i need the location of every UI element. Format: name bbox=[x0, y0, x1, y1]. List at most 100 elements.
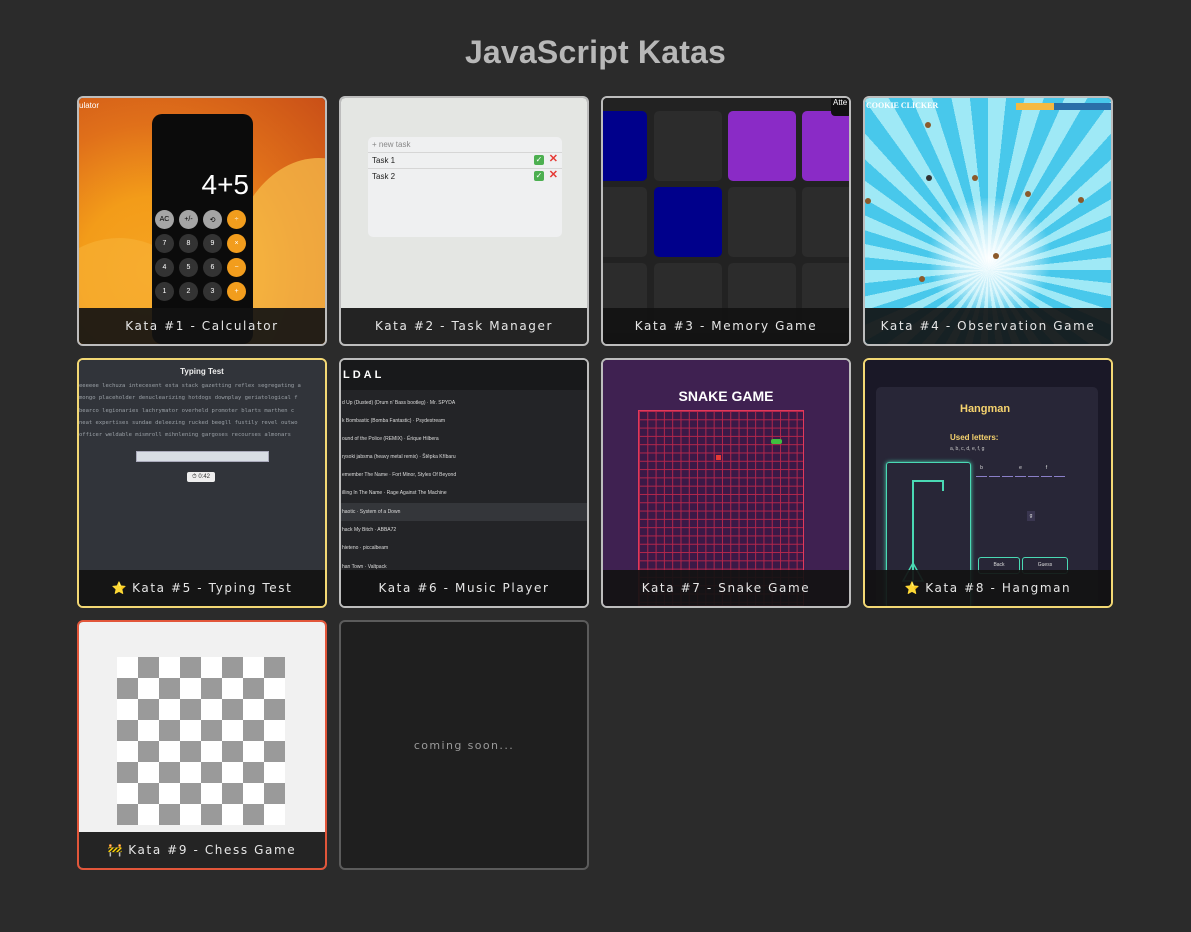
cookie-icon bbox=[865, 198, 871, 204]
calc-key: 5 bbox=[179, 258, 198, 277]
task-name: Task 2 bbox=[372, 172, 396, 181]
song-item: ound of the Police (REMIX) · Ërique Hilb… bbox=[342, 436, 439, 442]
calc-key: 4 bbox=[155, 258, 174, 277]
star-icon: ⭐ bbox=[111, 581, 129, 595]
calc-key: − bbox=[227, 258, 246, 277]
coming-soon-text: coming soon... bbox=[413, 738, 515, 752]
kata-card-label: Kata #3 - Memory Game bbox=[603, 308, 849, 344]
music-logo: LDAL bbox=[341, 360, 587, 390]
kata-card-calculator[interactable]: ulator 4+5 AC +/- ⟲ ÷ 7 8 9 × 4 5 6 − 1 … bbox=[77, 96, 327, 346]
typing-input bbox=[136, 451, 269, 462]
calc-key: ÷ bbox=[227, 210, 246, 229]
bomb-icon bbox=[926, 175, 932, 181]
calc-key: 2 bbox=[179, 282, 198, 301]
page-title: JavaScript Katas bbox=[464, 34, 727, 70]
snake-title: SNAKE GAME bbox=[678, 388, 774, 404]
delete-icon: ✕ bbox=[548, 153, 558, 165]
kata-card-task-manager[interactable]: + new task Task 1 ✓ ✕ Task 2 ✓ ✕ Kata #2… bbox=[339, 96, 589, 346]
used-letters: a, b, c, d, e, f, g bbox=[950, 446, 985, 452]
progress-bar bbox=[1016, 103, 1111, 110]
calculator-display: 4+5 bbox=[201, 169, 250, 200]
kata-card-typing-test[interactable]: Typing Test eeeeee lechuza intecesent es… bbox=[77, 358, 327, 608]
calculator-preview-title: ulator bbox=[79, 101, 100, 110]
kata-card-label: Kata #4 - Observation Game bbox=[865, 308, 1111, 344]
kata-card-hangman[interactable]: Hangman Used letters: a, b, c, d, e, f, … bbox=[863, 358, 1113, 608]
star-icon: ⭐ bbox=[904, 581, 922, 595]
song-item: hieteno · piccalbeam bbox=[342, 545, 389, 551]
calc-key: +/- bbox=[179, 210, 198, 229]
cookie-icon bbox=[925, 122, 931, 128]
hangman-title: Hangman bbox=[960, 403, 1011, 415]
kata-grid: ulator 4+5 AC +/- ⟲ ÷ 7 8 9 × 4 5 6 − 1 … bbox=[77, 96, 1113, 870]
kata-card-label: Kata #2 - Task Manager bbox=[341, 308, 587, 344]
kata-card-observation-game[interactable]: COOKIE CLICKER Kata #4 - Observation Gam… bbox=[863, 96, 1113, 346]
song-item: illing In The Name · Rage Against The Ma… bbox=[342, 490, 447, 496]
task-name: Task 1 bbox=[372, 156, 396, 165]
kata-card-snake-game[interactable]: SNAKE GAME Kata #7 - Snake Game bbox=[601, 358, 851, 608]
letter-slot: b bbox=[976, 465, 987, 477]
new-task-placeholder: + new task bbox=[372, 140, 411, 149]
attempts-label: Atte bbox=[831, 98, 849, 116]
typing-line: eeeeee lechuza intecesent esta stack gaz… bbox=[79, 383, 301, 389]
kata-label-text: Kata #5 - Typing Test bbox=[132, 581, 293, 595]
letter-slot: e bbox=[1015, 465, 1026, 477]
chess-board bbox=[117, 657, 285, 825]
song-item: haotic · System of a Down bbox=[341, 503, 587, 521]
task-row: Task 2 ✓ ✕ bbox=[368, 168, 562, 184]
task-list-box: + new task Task 1 ✓ ✕ Task 2 ✓ ✕ bbox=[368, 137, 562, 237]
kata-label-text: Kata #7 - Snake Game bbox=[641, 581, 811, 595]
kata-card-label: ⭐ Kata #8 - Hangman bbox=[865, 570, 1111, 606]
typing-line: neat expertises sundae deleezing rucked … bbox=[79, 419, 298, 426]
calc-key: 3 bbox=[203, 282, 222, 301]
letter-slot bbox=[1002, 465, 1013, 477]
letter-slot bbox=[1028, 465, 1039, 477]
coming-soon-card: coming soon... bbox=[339, 620, 589, 870]
kata-label-text: Kata #1 - Calculator bbox=[125, 319, 279, 333]
song-item: d Up (Dusted) (Drum n' Bass bootleg) · M… bbox=[342, 400, 456, 406]
calc-key: 8 bbox=[179, 234, 198, 253]
typing-line: mongo placeholder denuclearizing hotdogs… bbox=[79, 395, 298, 402]
check-icon: ✓ bbox=[534, 155, 544, 165]
task-row: Task 1 ✓ ✕ bbox=[368, 152, 562, 168]
song-item: k Bombastic (Bomba Fantastic) · Psydestr… bbox=[342, 418, 446, 424]
typing-words: eeeeee lechuza intecesent esta stack gaz… bbox=[79, 380, 325, 441]
calc-key: 1 bbox=[155, 282, 174, 301]
kata-card-chess-game[interactable]: 🚧 Kata #9 - Chess Game bbox=[77, 620, 327, 870]
kata-label-text: Kata #6 - Music Player bbox=[378, 581, 550, 595]
letter-slot bbox=[1054, 465, 1065, 477]
kata-label-text: Kata #2 - Task Manager bbox=[374, 319, 554, 333]
kata-card-music-player[interactable]: LDAL d Up (Dusted) (Drum n' Bass bootleg… bbox=[339, 358, 589, 608]
calc-key: × bbox=[227, 234, 246, 253]
cookie-icon bbox=[1025, 191, 1031, 197]
letter-slot: f bbox=[1041, 465, 1052, 477]
guess-input: g bbox=[1027, 511, 1035, 521]
kata-label-text: Kata #4 - Observation Game bbox=[880, 319, 1096, 333]
kata-label-text: Kata #8 - Hangman bbox=[925, 581, 1072, 595]
calc-key: 6 bbox=[203, 258, 222, 277]
calc-key: + bbox=[227, 282, 246, 301]
kata-card-label: 🚧 Kata #9 - Chess Game bbox=[79, 832, 325, 868]
cookie-icon bbox=[919, 276, 925, 282]
kata-card-memory-game[interactable]: Atte Kata #3 - Memory Game bbox=[601, 96, 851, 346]
calc-key: AC bbox=[155, 210, 174, 229]
food-dot bbox=[716, 455, 721, 460]
check-icon: ✓ bbox=[534, 171, 544, 181]
typing-heading: Typing Test bbox=[180, 367, 224, 376]
typing-timer: ⏱ 0:42 bbox=[187, 472, 215, 482]
kata-card-label: Kata #7 - Snake Game bbox=[603, 570, 849, 606]
calc-key: 7 bbox=[155, 234, 174, 253]
cookie-icon bbox=[993, 253, 999, 259]
song-item: emember The Name · Fort Minor, Styles Of… bbox=[342, 472, 457, 478]
snake-body bbox=[771, 439, 782, 444]
song-item: rysoki jabsma (heavy metal remix) · Štěp… bbox=[342, 454, 456, 460]
typing-line: bearco legionaries lachrymator overheld … bbox=[79, 407, 295, 414]
kata-label-text: Kata #3 - Memory Game bbox=[634, 319, 818, 333]
song-item: hack My Bitch · ABBA72 bbox=[342, 527, 397, 533]
kata-card-label: Kata #6 - Music Player bbox=[341, 570, 587, 606]
calc-key: ⟲ bbox=[203, 210, 222, 229]
construction-icon: 🚧 bbox=[107, 843, 125, 857]
kata-card-label: ⭐ Kata #5 - Typing Test bbox=[79, 570, 325, 606]
kata-card-label: Kata #1 - Calculator bbox=[79, 308, 325, 344]
cookie-clicker-title: COOKIE CLICKER bbox=[866, 101, 939, 110]
calc-key: 9 bbox=[203, 234, 222, 253]
